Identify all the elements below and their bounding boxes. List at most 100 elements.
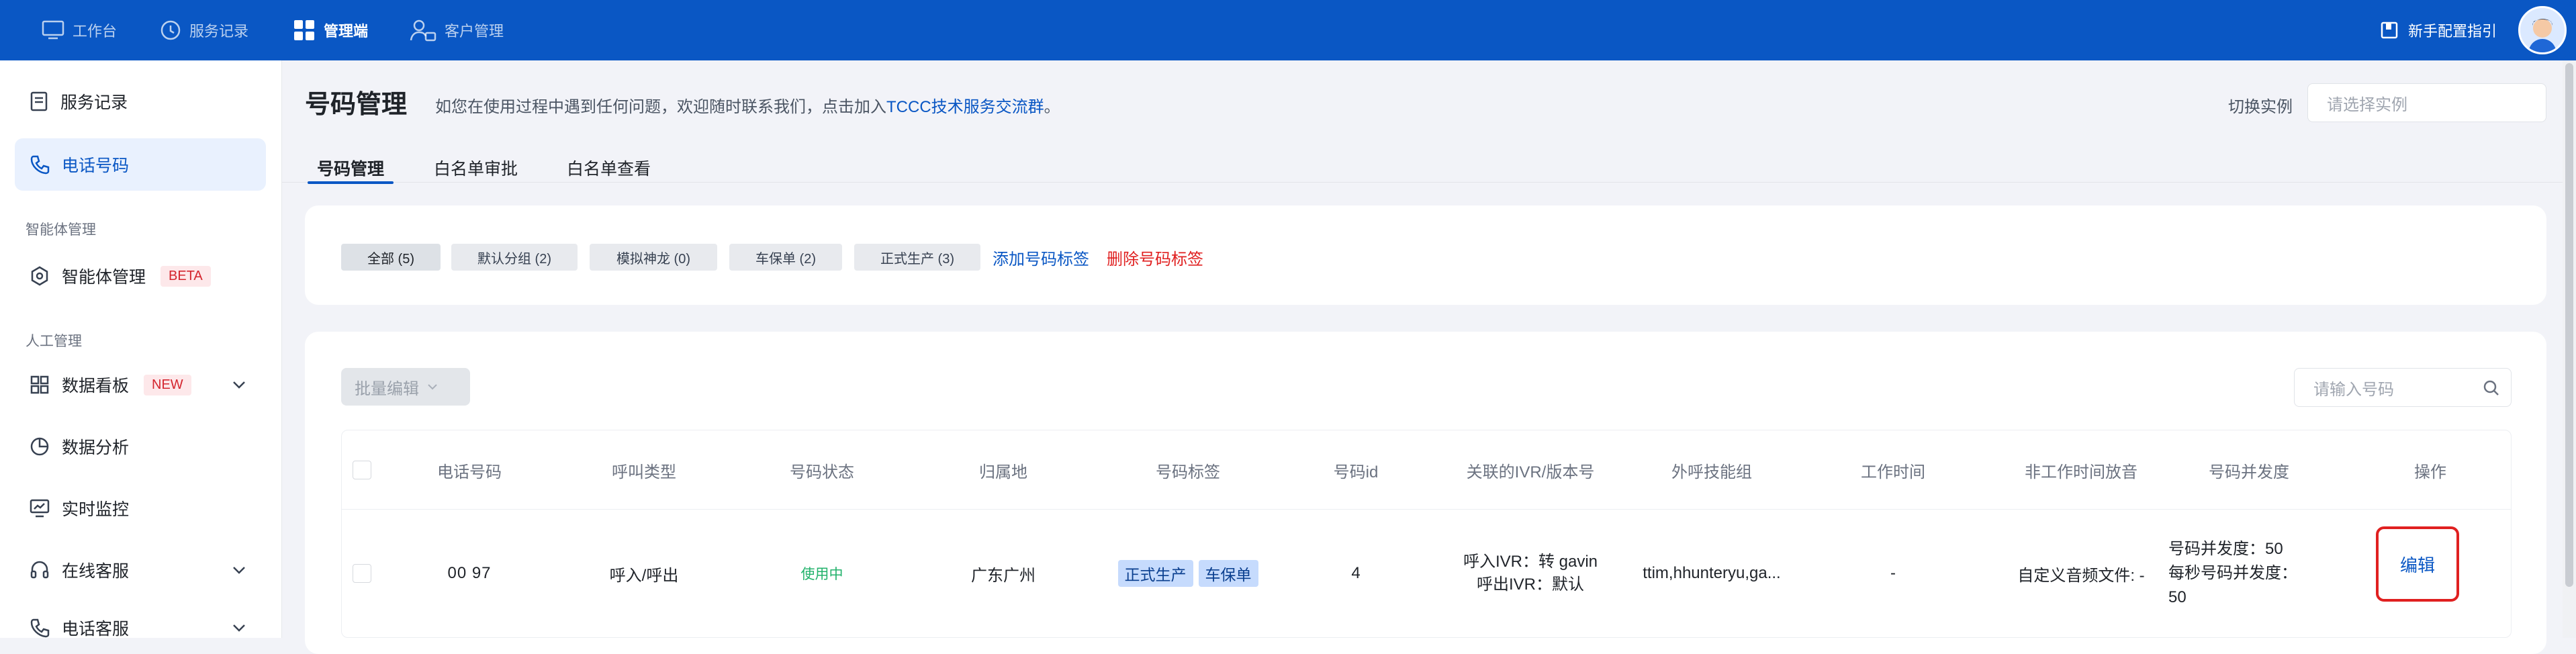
header-phone: 电话号码 bbox=[437, 463, 502, 481]
sidebar-item-phone-service[interactable]: 电话客服 bbox=[15, 602, 266, 654]
cell-status: 使用中 bbox=[731, 510, 913, 637]
phone-icon bbox=[30, 618, 50, 638]
tag-filter-simulated[interactable]: 模拟神龙 (0) bbox=[590, 244, 717, 271]
page-scrollbar[interactable] bbox=[2563, 60, 2576, 638]
search-placeholder: 请输入号码 bbox=[2313, 380, 2394, 399]
header-work-time: 工作时间 bbox=[1861, 463, 1925, 481]
nav-admin-label: 管理端 bbox=[324, 23, 369, 40]
grid-icon bbox=[294, 20, 314, 40]
cell-location: 广东广州 bbox=[971, 566, 1036, 585]
number-tag: 车保单 bbox=[1198, 560, 1258, 587]
number-table: 电话号码 呼叫类型 号码状态 归属地 号码标签 号码id 关联的IVR/版本号 … bbox=[341, 430, 2512, 638]
chevron-down-icon bbox=[233, 624, 245, 632]
sidebar-item-label: 数据看板 bbox=[62, 377, 130, 395]
status-badge: 使用中 bbox=[800, 567, 843, 582]
scrollbar-thumb[interactable] bbox=[2565, 63, 2573, 587]
sidebar-item-analytics[interactable]: 数据分析 bbox=[15, 420, 266, 473]
tab-whitelist-view[interactable]: 白名单查看 bbox=[567, 156, 651, 183]
nav-workbench-label: 工作台 bbox=[73, 23, 118, 40]
nav-workbench[interactable]: 工作台 bbox=[42, 0, 117, 60]
row-checkbox-cell bbox=[342, 510, 382, 637]
avatar-icon bbox=[2520, 8, 2565, 52]
phone-icon bbox=[30, 155, 50, 175]
chevron-down-icon bbox=[233, 381, 245, 389]
batch-edit-label: 批量编辑 bbox=[355, 379, 419, 398]
header-id: 号码id bbox=[1333, 463, 1379, 481]
sidebar-item-phone-numbers[interactable]: 电话号码 bbox=[15, 138, 266, 191]
sidebar-item-dashboard[interactable]: 数据看板 NEW bbox=[15, 359, 266, 411]
sidebar-item-label: 电话号码 bbox=[62, 156, 130, 175]
edit-action-highlight: 编辑 bbox=[2376, 526, 2459, 602]
beta-badge: BETA bbox=[160, 265, 211, 287]
header-actions: 操作 bbox=[2414, 463, 2446, 481]
pie-chart-icon bbox=[30, 437, 49, 456]
header-call-type: 呼叫类型 bbox=[612, 463, 676, 481]
cell-id: 4 bbox=[1351, 564, 1361, 582]
header-tags: 号码标签 bbox=[1156, 463, 1220, 481]
book-icon bbox=[2381, 21, 2398, 39]
sidebar-item-label: 智能体管理 bbox=[62, 268, 146, 287]
sidebar-item-service-records[interactable]: 服务记录 bbox=[15, 75, 266, 128]
batch-edit-button[interactable]: 批量编辑 bbox=[341, 368, 470, 406]
delete-tag-link[interactable]: 删除号码标签 bbox=[1107, 246, 1203, 269]
number-search-input[interactable]: 请输入号码 bbox=[2294, 368, 2512, 407]
per-second-value: 50 bbox=[2168, 588, 2187, 606]
header-location: 归属地 bbox=[979, 463, 1027, 481]
tag-filter-car-policy[interactable]: 车保单 (2) bbox=[729, 244, 842, 271]
search-icon bbox=[2483, 380, 2499, 395]
sidebar-group-agent: 智能体管理 bbox=[26, 222, 96, 238]
sidebar-item-label: 实时监控 bbox=[62, 500, 130, 519]
hexagon-icon bbox=[31, 266, 48, 286]
user-card-icon bbox=[410, 19, 436, 42]
sidebar: 服务记录 电话号码 智能体管理 智能体管理 BETA 人工管理 数据看板 NEW… bbox=[0, 60, 282, 639]
ivr-outbound: 呼出IVR：默认 bbox=[1476, 575, 1584, 594]
sidebar-item-agent-management[interactable]: 智能体管理 BETA bbox=[15, 250, 266, 302]
sidebar-item-label: 在线客服 bbox=[62, 562, 130, 581]
number-tag: 正式生产 bbox=[1117, 560, 1193, 587]
sidebar-item-online-service[interactable]: 在线客服 bbox=[15, 544, 266, 596]
cell-ivr: 呼入IVR：转 gavin 呼出IVR：默认 bbox=[1430, 510, 1631, 637]
cell-call-type: 呼入/呼出 bbox=[609, 566, 679, 585]
edit-button[interactable]: 编辑 bbox=[2400, 552, 2435, 577]
cell-skill-group: ttim,hhunteryu,ga... bbox=[1643, 564, 1781, 582]
tab-whitelist-approval[interactable]: 白名单审批 bbox=[434, 156, 518, 183]
nav-service-records[interactable]: 服务记录 bbox=[160, 0, 248, 60]
cell-concurrency: 号码并发度：50 每秒号码并发度： 50 bbox=[2168, 510, 2343, 637]
instance-select[interactable]: 请选择实例 bbox=[2307, 83, 2546, 122]
nav-customers[interactable]: 客户管理 bbox=[410, 0, 504, 60]
header-status: 号码状态 bbox=[790, 463, 854, 481]
header-checkbox-cell bbox=[342, 430, 382, 510]
tab-number-management[interactable]: 号码管理 bbox=[307, 156, 394, 184]
sidebar-group-human: 人工管理 bbox=[26, 334, 82, 349]
per-second-label: 每秒号码并发度： bbox=[2168, 564, 2297, 582]
setup-guide-link[interactable]: 新手配置指引 bbox=[2380, 0, 2497, 60]
cell-tags: 正式生产 车保单 bbox=[1094, 510, 1282, 637]
select-all-checkbox[interactable] bbox=[353, 461, 371, 479]
header-ivr: 关联的IVR/版本号 bbox=[1466, 463, 1595, 481]
header-concurrency: 号码并发度 bbox=[2209, 463, 2289, 481]
chevron-down-icon bbox=[428, 384, 437, 390]
cell-work-time: - bbox=[1890, 564, 1896, 582]
setup-guide-label: 新手配置指引 bbox=[2407, 23, 2497, 40]
tech-group-link[interactable]: TCCC技术服务交流群 bbox=[886, 98, 1044, 116]
header-skill-group: 外呼技能组 bbox=[1671, 463, 1752, 481]
concurrency-value: 号码并发度：50 bbox=[2168, 540, 2283, 558]
sidebar-item-monitoring[interactable]: 实时监控 bbox=[15, 482, 266, 534]
tag-filter-default-group[interactable]: 默认分组 (2) bbox=[451, 244, 578, 271]
tag-filter-production[interactable]: 正式生产 (3) bbox=[854, 244, 980, 271]
tag-filter-all[interactable]: 全部 (5) bbox=[341, 244, 441, 271]
sidebar-item-label: 电话客服 bbox=[62, 620, 130, 639]
nav-admin[interactable]: 管理端 bbox=[293, 0, 368, 60]
add-tag-link[interactable]: 添加号码标签 bbox=[993, 246, 1089, 269]
row-checkbox[interactable] bbox=[353, 564, 371, 583]
ivr-inbound: 呼入IVR：转 gavin bbox=[1463, 553, 1598, 571]
user-avatar[interactable] bbox=[2518, 6, 2567, 54]
chevron-down-icon bbox=[233, 567, 245, 574]
sidebar-item-label: 数据分析 bbox=[62, 438, 130, 457]
monitor-chart-icon bbox=[30, 499, 50, 518]
page-description: 如您在使用过程中遇到任何问题，欢迎随时联系我们，点击加入TCCC技术服务交流群。 bbox=[435, 93, 1060, 117]
header-off-hours-audio: 非工作时间放音 bbox=[2025, 463, 2137, 481]
tabs-bar: 号码管理 白名单审批 白名单查看 bbox=[282, 144, 2563, 184]
cell-phone: 00 97 bbox=[447, 564, 492, 582]
document-icon bbox=[30, 91, 48, 111]
